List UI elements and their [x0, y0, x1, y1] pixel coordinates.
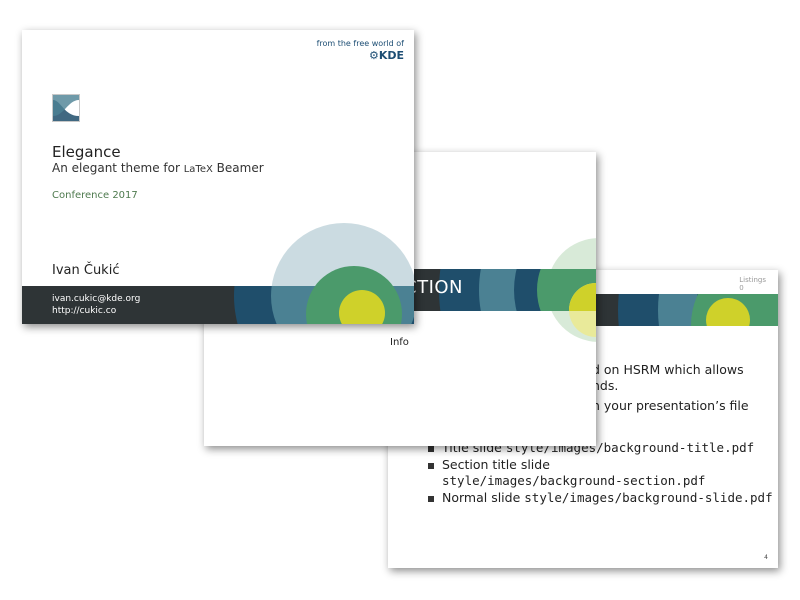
bullet-marker — [428, 463, 434, 469]
bullet-item-2-label: Section title slide — [442, 457, 550, 472]
bullet-marker — [428, 496, 434, 502]
page-number: 4 — [764, 554, 768, 561]
corner-label-1: Listings — [739, 276, 766, 284]
body-line-3: n your presentation’s file — [592, 398, 749, 413]
title-circles — [234, 223, 414, 324]
author-email: ivan.cukic@kde.org — [52, 294, 141, 304]
bullet-path: style/images/background-slide.pdf — [524, 490, 773, 505]
bullet-item-3: Normal slide style/images/background-sli… — [442, 490, 773, 505]
author-url: http://cukic.co — [52, 306, 117, 316]
bullet-item-2-path: style/images/background-section.pdf — [442, 473, 706, 488]
body-line-1: d on HSRM which allows — [592, 362, 744, 377]
section-info: Info — [390, 337, 409, 348]
bullet-marker — [428, 446, 434, 452]
corner-label: Listings 0 — [739, 276, 766, 292]
corner-label-2: 0 — [739, 284, 744, 292]
bullet-label: Normal slide — [442, 490, 525, 505]
title-slide: from the free world of ⚙KDE Elegance An … — [22, 30, 414, 324]
